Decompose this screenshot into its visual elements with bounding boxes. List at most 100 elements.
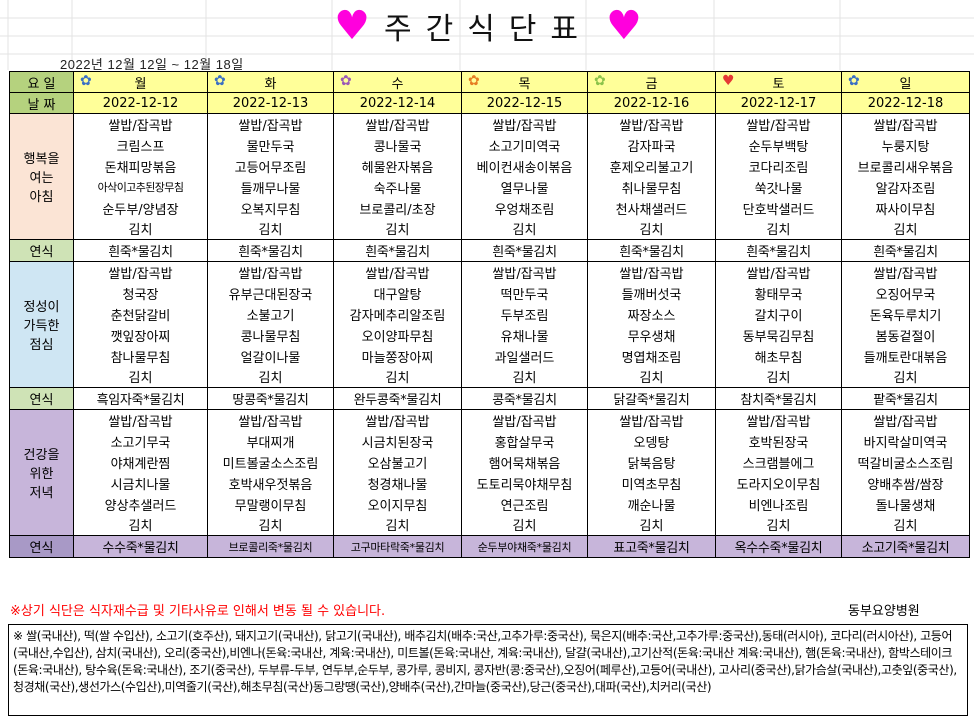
menu-item: 쌀밥/잡곡밥 bbox=[715, 409, 842, 431]
title-bar: ♥ 주간식단표 ♥ bbox=[8, 0, 968, 52]
breakfast-label-line: 행복을 bbox=[23, 152, 60, 167]
menu-item: 김치 bbox=[333, 366, 462, 388]
menu-item: 쌀밥/잡곡밥 bbox=[207, 113, 334, 135]
soft-diet-item: 흰죽*물김치 bbox=[841, 239, 970, 262]
lunch-menu-row: 깻잎장아찌 콩나물무침 오이양파무침 유채나물 무우생채 동부묵김무침 봄동겉절이 bbox=[10, 324, 970, 346]
menu-item: 쌀밥/잡곡밥 bbox=[587, 261, 716, 283]
menu-item: 양상추샐러드 bbox=[73, 493, 208, 515]
dinner-label-line: 건강을 bbox=[23, 448, 60, 463]
soft-diet-item: 흰죽*물김치 bbox=[715, 239, 842, 262]
menu-item: 순두부/양념장 bbox=[73, 197, 208, 219]
soft-diet-item: 참치죽*물김치 bbox=[715, 387, 842, 410]
flower-icon: ✿ bbox=[340, 72, 352, 89]
soft-diet-item: 수수죽*물김치 bbox=[73, 535, 208, 558]
menu-item: 쌀밥/잡곡밥 bbox=[461, 409, 588, 431]
soft-diet-item: 흰죽*물김치 bbox=[461, 239, 588, 262]
lunch-label-line: 정성이 bbox=[23, 300, 60, 315]
day-name: 일 bbox=[899, 76, 912, 92]
day-name-cell: ♥ 토 bbox=[715, 71, 842, 93]
menu-item: 김치 bbox=[333, 218, 462, 240]
menu-item: 깨순나물 bbox=[587, 493, 716, 515]
menu-item: 김치 bbox=[841, 514, 970, 536]
menu-item: 유채나물 bbox=[461, 324, 588, 346]
menu-item: 오삼불고기 bbox=[333, 451, 462, 473]
dinner-menu-row: 소고기무국 부대찌개 시금치된장국 홍합살무국 오뎅탕 호박된장국 바지락살미역국 bbox=[10, 430, 970, 452]
heart-icon-left: ♥ bbox=[334, 3, 370, 49]
menu-item: 숙주나물 bbox=[333, 176, 462, 198]
menu-item: 아삭이고추된장무침 bbox=[73, 176, 208, 198]
soft-diet-item: 소고기죽*물김치 bbox=[841, 535, 970, 558]
flower-icon: ✿ bbox=[594, 72, 606, 89]
date-cell: 2022-12-13 bbox=[207, 92, 334, 114]
day-name-cell: ✿ 화 bbox=[207, 71, 334, 93]
menu-item: 과일샐러드 bbox=[461, 345, 588, 367]
menu-item: 헤물완자볶음 bbox=[333, 155, 462, 177]
menu-item: 호박새우젓볶음 bbox=[207, 472, 334, 494]
menu-item: 콩나물무침 bbox=[207, 324, 334, 346]
soft-diet-item: 표고죽*물김치 bbox=[587, 535, 716, 558]
menu-item: 취나물무침 bbox=[587, 176, 716, 198]
menu-item: 도토리묵야채무침 bbox=[461, 472, 588, 494]
menu-item: 김치 bbox=[73, 366, 208, 388]
menu-item: 햄어묵채볶음 bbox=[461, 451, 588, 473]
menu-item: 누룽지탕 bbox=[841, 134, 970, 156]
lunch-menu-row: 김치 김치 김치 김치 김치 김치 김치 bbox=[10, 366, 970, 388]
breakfast-menu-row: 순두부/양념장 오복지무침 브로콜리/초장 우엉채조림 천사채샐러드 단호박샐러드 짜사이무… bbox=[10, 197, 970, 219]
day-name-wrap: ✿ 수 bbox=[335, 72, 461, 92]
menu-item: 김치 bbox=[207, 218, 334, 240]
day-name-cell: ✿ 목 bbox=[461, 71, 588, 93]
dinner-menu-row: 야채계란찜 미트볼굴소스조림 오삼불고기 햄어묵채볶음 닭북음탕 스크램블에그 떡갈비굴소스… bbox=[10, 451, 970, 473]
menu-item: 쌀밥/잡곡밥 bbox=[73, 261, 208, 283]
menu-item: 들깨버섯국 bbox=[587, 282, 716, 304]
origin-info: ※ 쌀(국내산), 떡(쌀 수입산), 소고기(호주산), 돼지고기(국내산),… bbox=[8, 624, 968, 716]
menu-item: 우엉채조림 bbox=[461, 197, 588, 219]
menu-item: 베이컨새송이볶음 bbox=[461, 155, 588, 177]
menu-item: 깻잎장아찌 bbox=[73, 324, 208, 346]
menu-item: 천사채샐러드 bbox=[587, 197, 716, 219]
breakfast-menu-row: 아삭이고추된장무침 들깨무나물 숙주나물 열무나물 취나물무침 쑥갓나물 알감자조림 bbox=[10, 176, 970, 198]
soft-diet-item: 흰죽*물김치 bbox=[207, 239, 334, 262]
date-cell: 2022-12-17 bbox=[715, 92, 842, 114]
menu-item: 무말랭이무침 bbox=[207, 493, 334, 515]
dinner-menu-row: 양상추샐러드 무말랭이무침 오이지무침 연근조림 깨순나물 비엔나조림 돌나물생채 bbox=[10, 493, 970, 515]
hospital-name: 동부요양병원 bbox=[848, 604, 920, 619]
date-cell: 2022-12-16 bbox=[587, 92, 716, 114]
menu-item: 들깨무나물 bbox=[207, 176, 334, 198]
date-cell: 2022-12-15 bbox=[461, 92, 588, 114]
menu-item: 쌀밥/잡곡밥 bbox=[715, 261, 842, 283]
dinner-menu-row: 시금치나물 호박새우젓볶음 청경채나물 도토리묵야채무침 미역초무침 도라지오이무침 양배추… bbox=[10, 472, 970, 494]
menu-item: 대구알탕 bbox=[333, 282, 462, 304]
lunch-snack-row: 연식 흑임자죽*물김치 땅콩죽*물김치 완두콩죽*물김치 콩죽*물김치 닭갈죽*물김치 참치… bbox=[9, 387, 970, 410]
menu-item: 시금치나물 bbox=[73, 472, 208, 494]
soft-diet-item: 옥수수죽*물김치 bbox=[715, 535, 842, 558]
date-cell: 2022-12-14 bbox=[333, 92, 462, 114]
menu-item: 크림스프 bbox=[73, 134, 208, 156]
day-name-wrap: ✿ 목 bbox=[463, 73, 587, 92]
menu-item: 쌀밥/잡곡밥 bbox=[461, 261, 588, 283]
menu-item: 김치 bbox=[73, 514, 208, 536]
menu-item: 고등어무조림 bbox=[207, 155, 334, 177]
day-name: 목 bbox=[518, 76, 531, 92]
flower-icon: ✿ bbox=[80, 72, 92, 89]
menu-item: 돌나물생채 bbox=[841, 493, 970, 515]
menu-item: 미트볼굴소스조림 bbox=[207, 451, 334, 473]
menu-item: 김치 bbox=[461, 366, 588, 388]
menu-item: 봄동겉절이 bbox=[841, 324, 970, 346]
menu-item: 쌀밥/잡곡밥 bbox=[715, 113, 842, 135]
menu-item: 알감자조림 bbox=[841, 176, 970, 198]
menu-item: 쌀밥/잡곡밥 bbox=[207, 409, 334, 431]
menu-item: 오복지무침 bbox=[207, 197, 334, 219]
menu-item: 양배추쌈/쌈장 bbox=[841, 472, 970, 494]
menu-item: 브로콜리/초장 bbox=[333, 197, 462, 219]
soft-diet-item: 땅콩죽*물김치 bbox=[207, 387, 334, 410]
lunch-menu-row: 청국장 유부근대된장국 대구알탕 떡만두국 들깨버섯국 황태무국 오징어무국 bbox=[10, 282, 970, 304]
page-title: 주간식단표 bbox=[384, 12, 592, 47]
flower-icon: ✿ bbox=[848, 72, 860, 89]
day-name-wrap: ✿ 월 bbox=[75, 72, 207, 92]
soft-diet-item: 순두부야채죽*물김치 bbox=[461, 535, 588, 558]
lunch-label-line: 점심 bbox=[29, 338, 54, 353]
soft-diet-item: 완두콩죽*물김치 bbox=[333, 387, 462, 410]
menu-item: 김치 bbox=[841, 218, 970, 240]
menu-item: 청국장 bbox=[73, 282, 208, 304]
menu-item: 쌀밥/잡곡밥 bbox=[841, 113, 970, 135]
